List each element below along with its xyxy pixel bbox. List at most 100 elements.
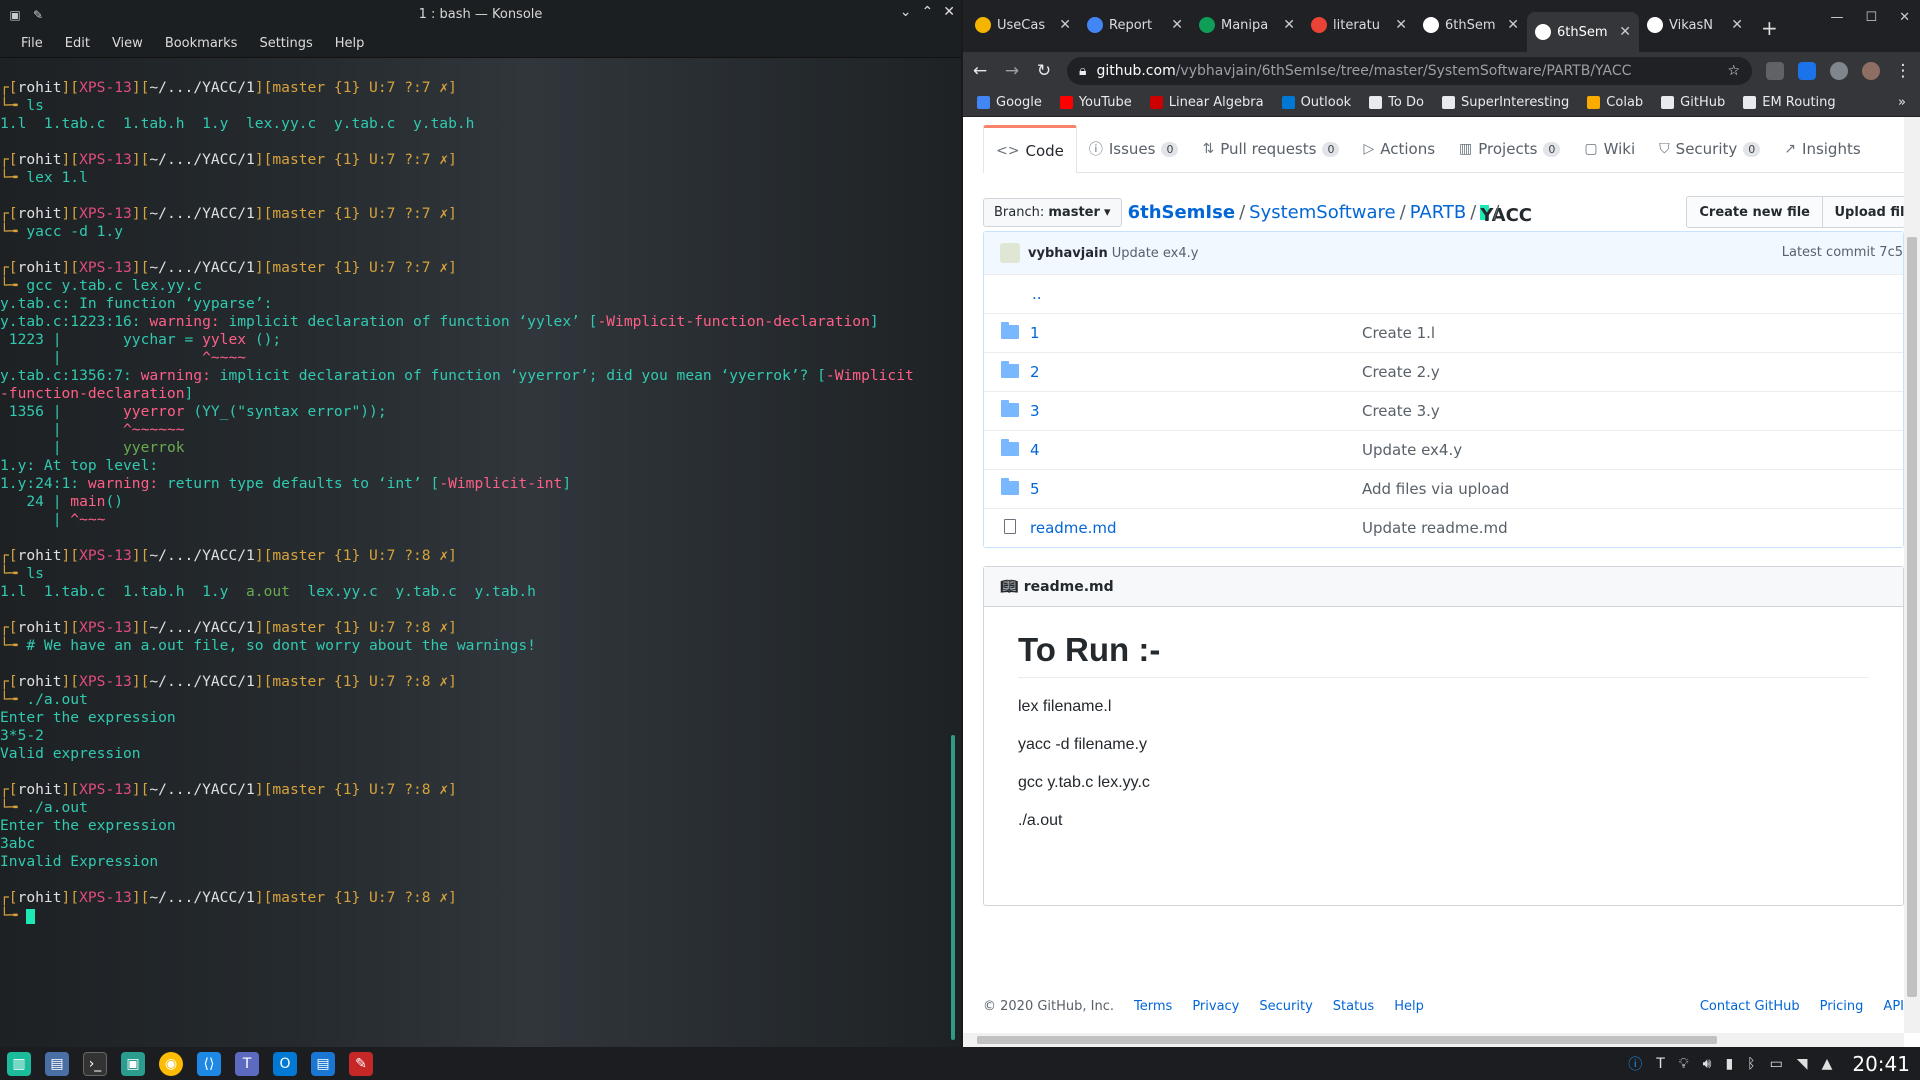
file-row[interactable]: 5 Add files via upload xyxy=(984,469,1903,508)
document-icon[interactable]: ▤ xyxy=(311,1051,335,1076)
profile-avatar[interactable] xyxy=(1862,61,1880,80)
file-row[interactable]: 4 Update ex4.y xyxy=(984,430,1903,469)
terminal-output[interactable]: ┌[rohit][XPS-13][~/.../YACC/1][master {1… xyxy=(0,59,949,1047)
bulb-icon[interactable]: 💡︎ xyxy=(1679,1056,1689,1072)
file-name-link[interactable]: 5 xyxy=(1030,480,1360,498)
tab-close-icon[interactable]: ✕ xyxy=(1619,24,1631,40)
menu-help[interactable]: Help xyxy=(324,36,376,51)
parent-dir-row[interactable]: .. xyxy=(984,274,1903,313)
footer-security[interactable]: Security xyxy=(1259,999,1312,1014)
menu-file[interactable]: File xyxy=(10,36,54,51)
app-launcher-icon[interactable]: ▥ xyxy=(7,1051,31,1076)
clock[interactable]: 20:41 xyxy=(1852,1052,1910,1076)
new-tab-button[interactable]: + xyxy=(1751,16,1788,40)
file-row[interactable]: 2 Create 2.y xyxy=(984,352,1903,391)
pager-icon[interactable]: ▤ xyxy=(45,1051,69,1076)
repo-tab-code[interactable]: <> Code xyxy=(983,125,1077,173)
repo-tab-wiki[interactable]: ▢ Wiki xyxy=(1572,126,1647,172)
menu-kebab-icon[interactable]: ⋮ xyxy=(1894,61,1912,81)
file-name-link[interactable]: 1 xyxy=(1030,324,1360,342)
crumb-systemsoftware[interactable]: SystemSoftware xyxy=(1249,202,1395,223)
repo-tab-actions[interactable]: ▷ Actions xyxy=(1351,126,1447,172)
file-name-link[interactable]: 2 xyxy=(1030,363,1360,381)
page-vertical-scrollbar[interactable] xyxy=(1904,117,1920,1033)
maximize-icon[interactable]: ☐ xyxy=(1865,10,1877,25)
browser-tab[interactable]: Report ✕ xyxy=(1079,5,1191,45)
star-icon[interactable]: ☆ xyxy=(1727,63,1740,79)
browser-tab[interactable]: 6thSem ✕ xyxy=(1415,5,1527,45)
terminal-scrollbar[interactable] xyxy=(951,735,955,1040)
volume-icon[interactable]: 🔊︎ xyxy=(1703,1056,1712,1072)
footer-privacy[interactable]: Privacy xyxy=(1192,999,1239,1014)
teams-tray-icon[interactable]: T xyxy=(1656,1056,1665,1072)
more-bookmarks-icon[interactable]: » xyxy=(1898,95,1906,110)
tab-close-icon[interactable]: ✕ xyxy=(1395,17,1407,33)
repo-tab-projects[interactable]: ▥ Projects 0 xyxy=(1447,126,1572,172)
file-commit-message[interactable]: Update ex4.y xyxy=(1362,441,1462,459)
file-commit-message[interactable]: Create 2.y xyxy=(1362,363,1440,381)
tab-close-icon[interactable]: ✕ xyxy=(1507,17,1519,33)
tab-close-icon[interactable]: ✕ xyxy=(1731,17,1743,33)
crumb-repo[interactable]: 6thSemIse xyxy=(1128,202,1236,223)
konsole-titlebar[interactable]: ▣ ✎ 1 : bash — Konsole ⌄ ⌃ ✕ xyxy=(0,0,961,29)
page-horizontal-scrollbar[interactable] xyxy=(963,1033,1904,1047)
bookmark-item[interactable]: To Do xyxy=(1369,95,1424,110)
upload-files-button[interactable]: Upload files xyxy=(1822,196,1904,228)
forward-icon[interactable]: → xyxy=(1003,61,1021,81)
bookmark-item[interactable]: EM Routing xyxy=(1743,95,1836,110)
maximize-icon[interactable]: ⌃ xyxy=(922,4,934,20)
file-commit-message[interactable]: Update readme.md xyxy=(1362,519,1508,537)
address-bar[interactable]: 🔒︎ github.com/vybhavjain/6thSemIse/tree/… xyxy=(1067,56,1752,85)
parent-dir-link[interactable]: .. xyxy=(1032,285,1362,303)
menu-settings[interactable]: Settings xyxy=(248,36,323,51)
tab-close-icon[interactable]: ✕ xyxy=(1059,17,1071,33)
repo-tab-insights[interactable]: ↗ Insights xyxy=(1772,126,1872,172)
extension-location-icon[interactable] xyxy=(1766,61,1784,80)
branch-selector[interactable]: Branch: master ▾ xyxy=(983,197,1122,227)
footer-terms[interactable]: Terms xyxy=(1134,999,1172,1014)
avatar[interactable] xyxy=(1000,243,1020,263)
tab-close-icon[interactable]: ✕ xyxy=(1171,17,1183,33)
commit-author[interactable]: vybhavjain xyxy=(1028,246,1108,261)
files-icon[interactable]: ▣ xyxy=(121,1051,145,1076)
back-icon[interactable]: ← xyxy=(971,61,989,81)
file-name-link[interactable]: 4 xyxy=(1030,441,1360,459)
extension-globe-icon[interactable] xyxy=(1830,61,1848,80)
bluetooth-icon[interactable]: ᛒ xyxy=(1747,1056,1755,1072)
wifi-icon[interactable]: ◥ xyxy=(1797,1056,1808,1072)
bookmark-item[interactable]: Google xyxy=(977,95,1042,110)
file-commit-message[interactable]: Create 3.y xyxy=(1362,402,1440,420)
extension-calendar-icon[interactable] xyxy=(1798,61,1816,80)
bookmark-item[interactable]: Outlook xyxy=(1281,95,1351,110)
footer-contact[interactable]: Contact GitHub xyxy=(1700,999,1800,1014)
footer-status[interactable]: Status xyxy=(1333,999,1374,1014)
file-name-link[interactable]: readme.md xyxy=(1030,519,1360,537)
latest-commit[interactable]: Latest commit 7c5 xyxy=(1782,245,1903,260)
chrome-icon[interactable]: ◉ xyxy=(159,1051,183,1076)
konsole-task-icon[interactable]: ›_ xyxy=(83,1051,107,1076)
menu-view[interactable]: View xyxy=(101,36,154,51)
menu-edit[interactable]: Edit xyxy=(54,36,101,51)
bookmark-item[interactable]: Linear Algebra xyxy=(1149,95,1264,110)
notification-icon[interactable]: ⓘ xyxy=(1628,1054,1642,1074)
close-icon[interactable]: ✕ xyxy=(943,4,955,20)
minimize-icon[interactable]: ⌄ xyxy=(900,4,912,20)
commit-message[interactable]: Update ex4.y xyxy=(1112,246,1199,261)
usb-icon[interactable]: ▮ xyxy=(1725,1056,1733,1072)
footer-help[interactable]: Help xyxy=(1394,999,1424,1014)
outlook-icon[interactable]: O xyxy=(273,1051,297,1076)
browser-tab[interactable]: UseCas ✕ xyxy=(967,5,1079,45)
file-row[interactable]: 1 Create 1.l xyxy=(984,313,1903,352)
bookmark-item[interactable]: GitHub xyxy=(1661,95,1725,110)
repo-tab-pull-requests[interactable]: ⇅ Pull requests 0 xyxy=(1190,126,1351,172)
vscode-icon[interactable]: ⟨⟩ xyxy=(197,1051,221,1076)
menu-bookmarks[interactable]: Bookmarks xyxy=(154,36,249,51)
expand-tray-icon[interactable]: ▲ xyxy=(1822,1056,1833,1072)
minimize-icon[interactable]: — xyxy=(1830,10,1843,25)
file-name-link[interactable]: 3 xyxy=(1030,402,1360,420)
display-icon[interactable]: ▭ xyxy=(1770,1056,1783,1072)
file-row[interactable]: 3 Create 3.y xyxy=(984,391,1903,430)
create-new-file-button[interactable]: Create new file xyxy=(1686,196,1823,228)
repo-tab-issues[interactable]: ⓘ Issues 0 xyxy=(1077,126,1191,172)
tab-close-icon[interactable]: ✕ xyxy=(1283,17,1295,33)
